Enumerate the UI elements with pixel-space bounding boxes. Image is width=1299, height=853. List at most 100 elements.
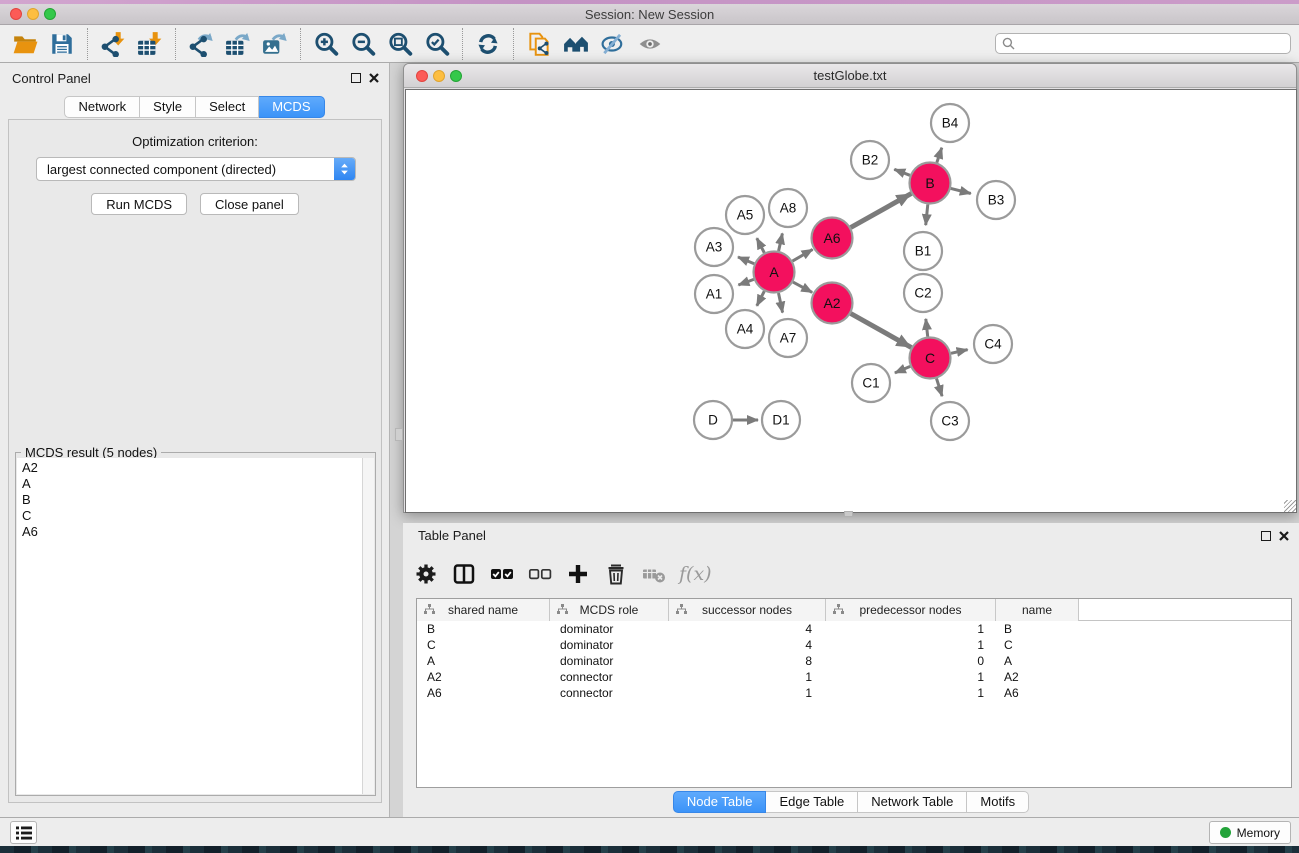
edge-C-C3[interactable] [937,379,943,397]
mcds-result-item[interactable]: A6 [17,524,362,540]
hide-selected-button[interactable] [599,30,627,58]
network-close-button[interactable] [416,70,428,82]
network-zoom-button[interactable] [450,70,462,82]
panel-divider-handle[interactable] [395,428,403,441]
graph-node-D1[interactable]: D1 [762,401,800,439]
zoom-selected-button[interactable] [423,30,451,58]
tab-node-table[interactable]: Node Table [673,791,767,813]
result-scrollbar[interactable] [363,458,374,794]
mcds-result-list[interactable]: A2ABCA6 [17,458,363,794]
zoom-in-button[interactable] [312,30,340,58]
edge-C-C1[interactable] [895,366,910,373]
graph-node-B2[interactable]: B2 [851,141,889,179]
table-cell[interactable]: 1 [826,637,996,653]
table-cell[interactable]: connector [550,669,669,685]
edge-A-A5[interactable] [757,238,765,253]
canvas-scrollbar-nub[interactable] [844,511,853,517]
graph-node-B4[interactable]: B4 [931,104,969,142]
graph-node-C2[interactable]: C2 [904,274,942,312]
edge-A-A8[interactable] [779,233,783,251]
run-mcds-button[interactable]: Run MCDS [91,193,187,215]
column-visibility-button[interactable] [451,561,477,587]
table-cell[interactable]: C [996,637,1079,653]
graph-node-C1[interactable]: C1 [852,364,890,402]
save-session-button[interactable] [48,30,76,58]
export-network-button[interactable] [187,30,215,58]
table-row[interactable]: Cdominator41C [417,637,1291,653]
column-header-MCDS-role[interactable]: MCDS role [550,599,669,621]
table-row[interactable]: Adominator80A [417,653,1291,669]
show-all-button[interactable] [636,30,664,58]
table-cell[interactable]: 1 [826,685,996,701]
mcds-result-item[interactable]: C [17,508,362,524]
table-cell[interactable]: A [996,653,1079,669]
edge-B-B3[interactable] [951,188,971,193]
zoom-out-button[interactable] [349,30,377,58]
network-window-titlebar[interactable]: testGlobe.txt [404,64,1296,88]
table-cell[interactable]: dominator [550,653,669,669]
edge-C-C4[interactable] [951,350,968,354]
graph-node-B3[interactable]: B3 [977,181,1015,219]
graph-node-A8[interactable]: A8 [769,189,807,227]
table-cell[interactable]: 1 [826,621,996,637]
tab-network-table[interactable]: Network Table [858,791,967,813]
mcds-result-item[interactable]: A [17,476,362,492]
tab-style[interactable]: Style [140,96,196,118]
graph-node-A2[interactable]: A2 [812,283,853,324]
tab-mcds[interactable]: MCDS [259,96,324,118]
table-cell[interactable]: dominator [550,621,669,637]
graph-node-C4[interactable]: C4 [974,325,1012,363]
clone-network-button[interactable] [525,30,553,58]
tab-edge-table[interactable]: Edge Table [766,791,858,813]
graph-node-A3[interactable]: A3 [695,228,733,266]
graph-node-A6[interactable]: A6 [812,218,853,259]
edge-A2-C[interactable] [851,314,912,348]
table-row[interactable]: A2connector11A2 [417,669,1291,685]
deselect-all-rows-button[interactable] [527,561,553,587]
task-history-button[interactable] [10,821,37,844]
graph-node-A[interactable]: A [754,252,795,293]
zoom-fit-button[interactable] [386,30,414,58]
column-header-name[interactable]: name [996,599,1079,621]
tab-select[interactable]: Select [196,96,259,118]
table-cell[interactable]: 0 [826,653,996,669]
search-field[interactable] [995,33,1291,54]
memory-button[interactable]: Memory [1209,821,1291,844]
function-builder-icon[interactable]: f(x) [679,563,712,585]
search-input[interactable] [1015,35,1290,52]
mcds-result-item[interactable]: B [17,492,362,508]
float-table-panel-icon[interactable] [1261,531,1271,541]
table-cell[interactable]: dominator [550,637,669,653]
edge-A6-B[interactable] [851,194,912,228]
table-cell[interactable]: B [417,621,550,637]
table-cell[interactable]: 1 [669,669,826,685]
table-row[interactable]: A6connector11A6 [417,685,1291,701]
table-cell[interactable]: A2 [417,669,550,685]
tab-motifs[interactable]: Motifs [967,791,1029,813]
graph-node-A4[interactable]: A4 [726,310,764,348]
tab-network[interactable]: Network [64,96,140,118]
select-all-rows-button[interactable] [489,561,515,587]
close-panel-button[interactable]: Close panel [200,193,299,215]
graph-node-C3[interactable]: C3 [931,402,969,440]
graph-node-A1[interactable]: A1 [695,275,733,313]
graph-node-C[interactable]: C [910,338,951,379]
network-minimize-button[interactable] [433,70,445,82]
edge-B-B4[interactable] [937,148,942,163]
mcds-result-item[interactable]: A2 [17,460,362,476]
add-column-button[interactable] [565,561,591,587]
edge-A-A3[interactable] [738,257,754,264]
table-cell[interactable]: A6 [996,685,1079,701]
graph-node-B[interactable]: B [910,163,951,204]
graph-node-B1[interactable]: B1 [904,232,942,270]
table-options-button[interactable] [413,561,439,587]
edge-B-B1[interactable] [926,204,928,225]
column-header-successor-nodes[interactable]: successor nodes [669,599,826,621]
table-cell[interactable]: 1 [826,669,996,685]
table-row[interactable]: Bdominator41B [417,621,1291,637]
edge-A-A2[interactable] [793,282,812,292]
table-cell[interactable]: 4 [669,637,826,653]
table-cell[interactable]: A2 [996,669,1079,685]
table-cell[interactable]: C [417,637,550,653]
table-cell[interactable]: A6 [417,685,550,701]
